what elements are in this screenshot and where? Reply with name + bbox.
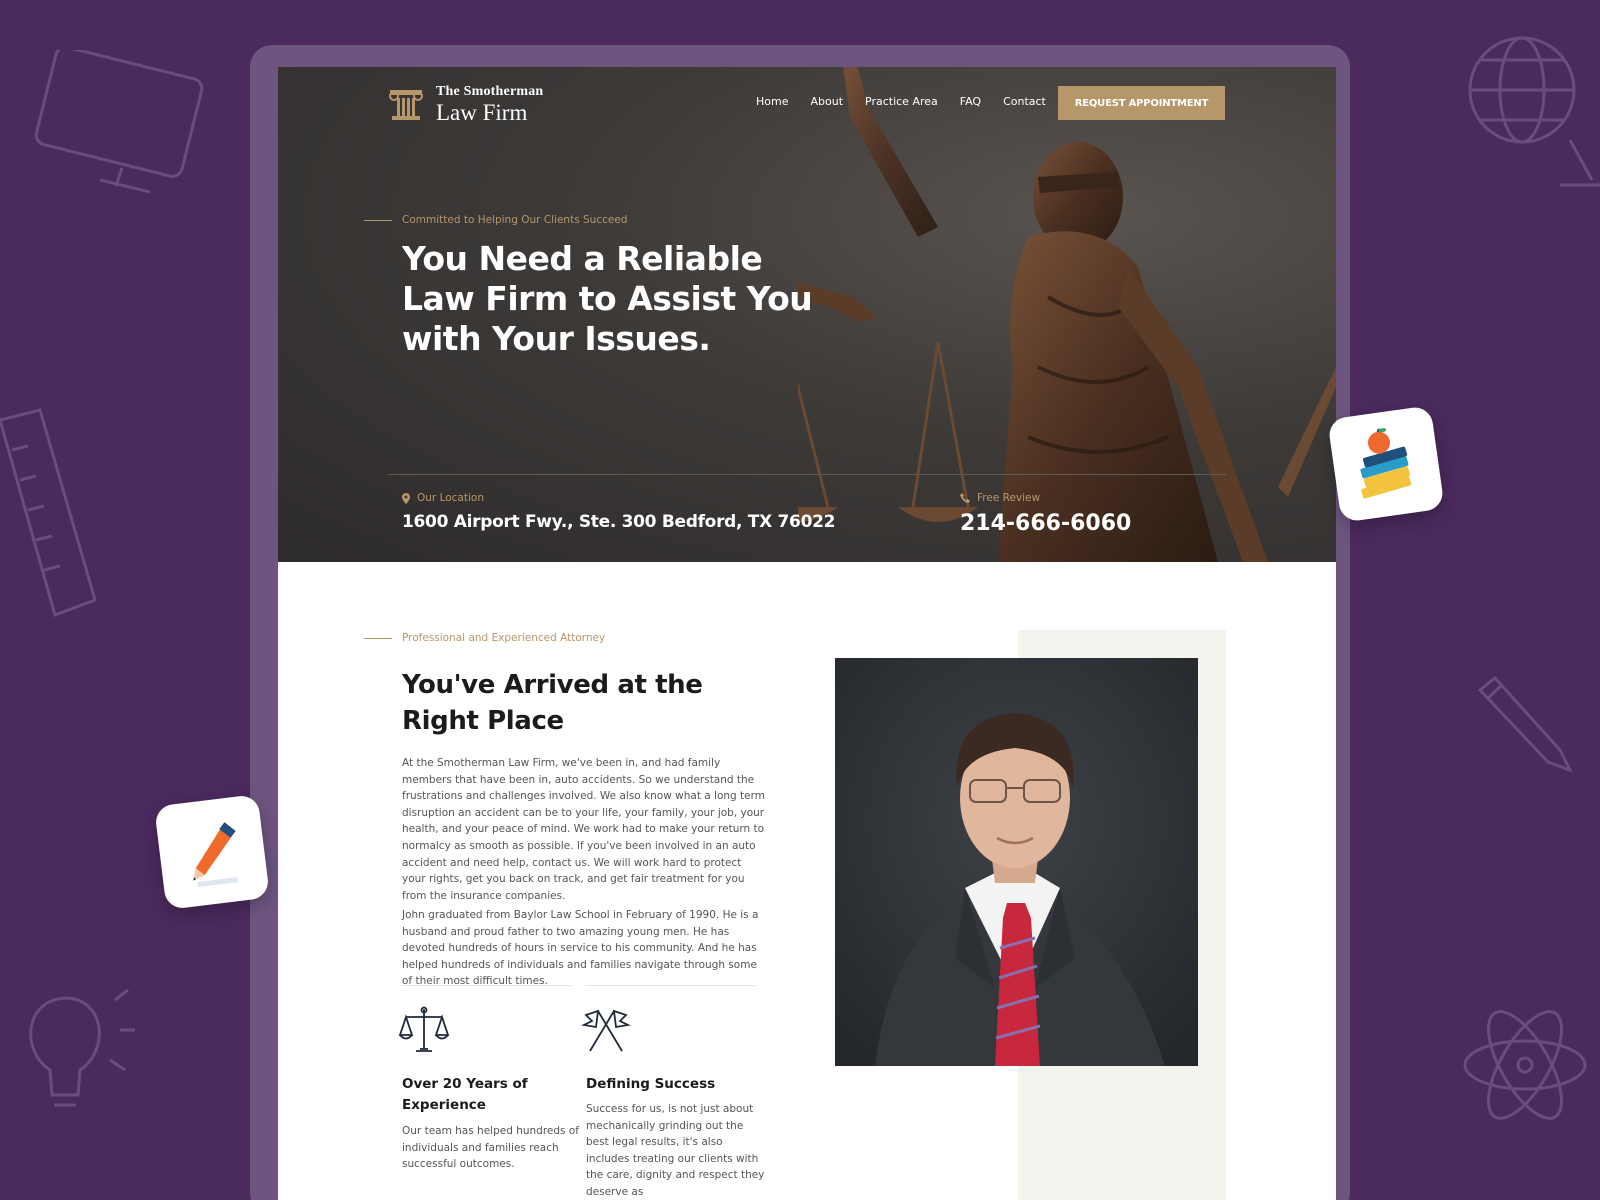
feature-text-experience: Our team has helped hundreds of individu… (402, 1125, 579, 1171)
nav-item-contact[interactable]: Contact (1003, 95, 1046, 108)
lady-justice-statue-image (798, 67, 1336, 562)
column-logo-icon (389, 89, 423, 120)
phone-number[interactable]: 214-666-6060 (960, 511, 1131, 536)
location-address: 1600 Airport Fwy., Ste. 300 Bedford, TX … (402, 512, 836, 532)
ruler-doodle-icon (0, 400, 100, 630)
nav-item-practice-area[interactable]: Practice Area (865, 95, 938, 108)
hero-eyebrow: Committed to Helping Our Clients Succeed (364, 214, 627, 226)
attorney-portrait-image (835, 658, 1198, 1066)
lightbulb-doodle-icon (10, 970, 140, 1130)
hero-divider (388, 474, 1226, 475)
crossed-flags-icon (581, 1009, 631, 1052)
request-appointment-button[interactable]: REQUEST APPOINTMENT (1058, 86, 1225, 120)
pencil-icon (193, 822, 238, 887)
books-app-tile[interactable] (1327, 405, 1445, 523)
feature-divider (586, 985, 756, 986)
monitor-doodle-icon (30, 50, 210, 200)
hero-eyebrow-text: Committed to Helping Our Clients Succeed (402, 214, 628, 226)
pencil-app-tile[interactable] (154, 794, 270, 910)
about-paragraph-1: At the Smotherman Law Firm, we've been i… (402, 757, 765, 902)
feature-title-success: Defining Success (586, 1076, 716, 1092)
location-label: Our Location (402, 492, 484, 504)
feature-text-success: Success for us, is not just about mechan… (586, 1103, 765, 1198)
scales-icon (398, 1006, 450, 1052)
brand-logo[interactable]: The Smotherman Law Firm (388, 85, 543, 124)
nav-item-faq[interactable]: FAQ (960, 95, 981, 108)
hero-section: The Smotherman Law Firm Home About Pract… (278, 67, 1336, 562)
free-review-label-text: Free Review (977, 492, 1041, 504)
atom-doodle-icon (1460, 1000, 1590, 1130)
globe-doodle-icon (1460, 20, 1600, 190)
about-eyebrow-text: Professional and Experienced Attorney (402, 632, 606, 644)
eyebrow-rule (364, 637, 392, 639)
about-paragraph-2: John graduated from Baylor Law School in… (402, 909, 759, 988)
hero-title: You Need a Reliable Law Firm to Assist Y… (402, 239, 813, 358)
location-label-text: Our Location (417, 492, 484, 504)
eyebrow-rule (364, 219, 392, 221)
brand-name-line1: The Smotherman (436, 84, 544, 99)
about-title: You've Arrived at the Right Place (402, 670, 703, 736)
about-eyebrow: Professional and Experienced Attorney (364, 632, 605, 644)
brand-name-line2: Law Firm (436, 100, 528, 125)
nav-item-about[interactable]: About (810, 95, 843, 108)
feature-title-experience: Over 20 Years of Experience (402, 1076, 528, 1113)
pencil-doodle-icon (1470, 670, 1580, 780)
main-nav: Home About Practice Area FAQ Contact (756, 95, 1046, 108)
phone-icon (960, 493, 970, 503)
website-screen: The Smotherman Law Firm Home About Pract… (278, 67, 1336, 1200)
free-review-label: Free Review (960, 492, 1040, 504)
nav-item-home[interactable]: Home (756, 95, 788, 108)
books-apple-icon (1360, 428, 1412, 499)
feature-divider (402, 985, 572, 986)
map-pin-icon (402, 492, 410, 504)
